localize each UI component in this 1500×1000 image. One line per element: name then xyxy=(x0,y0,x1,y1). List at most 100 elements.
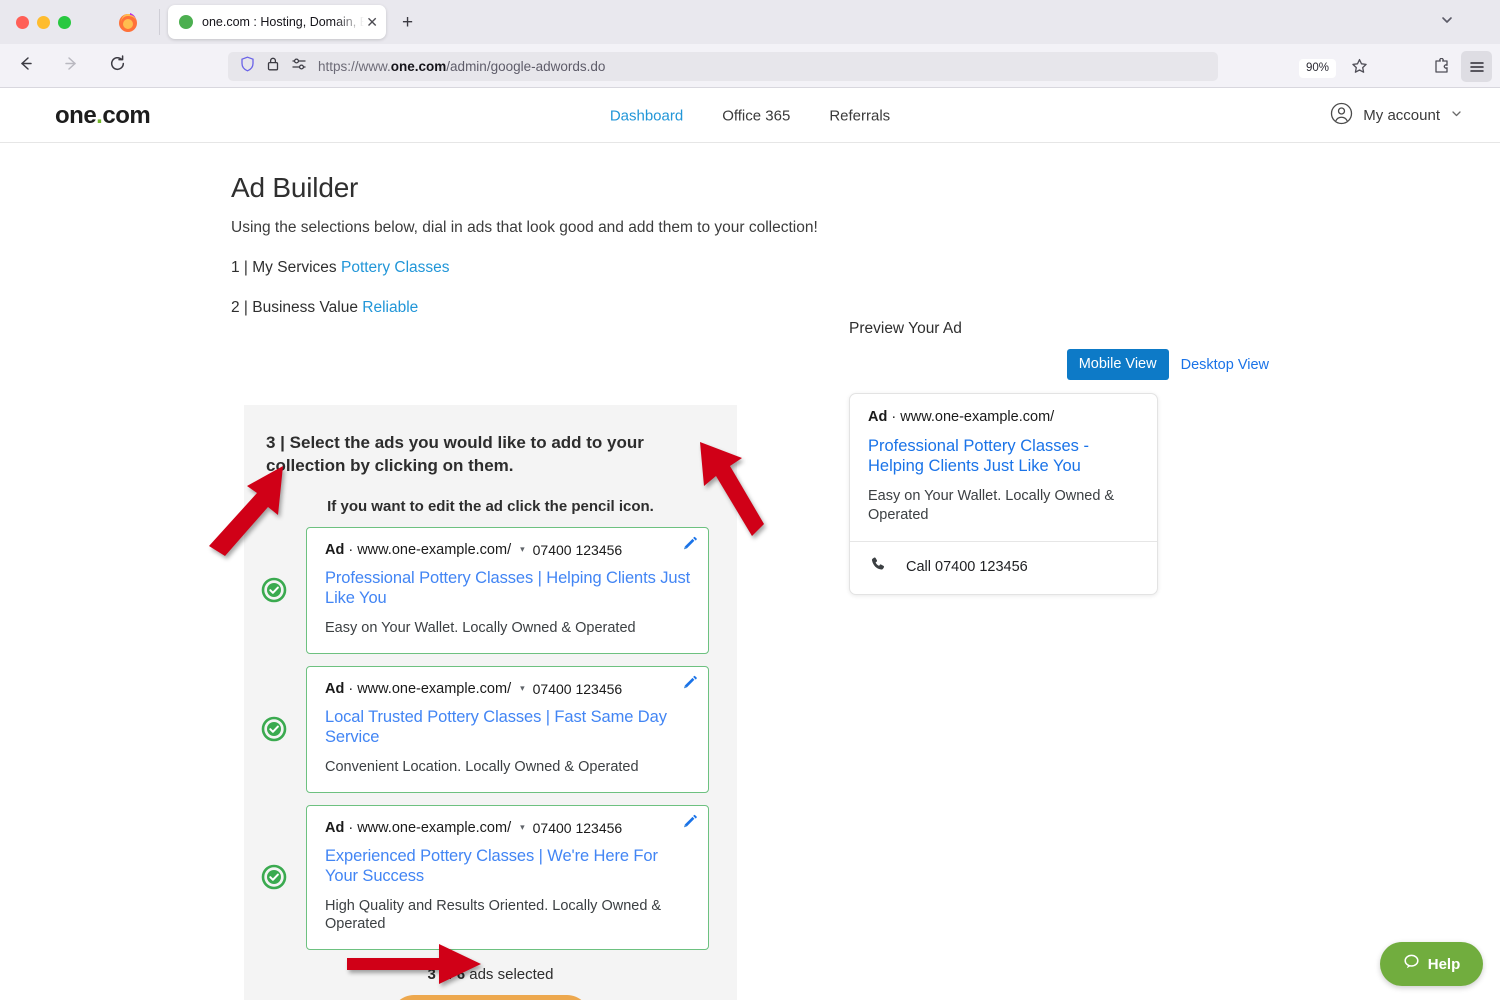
ad-card[interactable]: Ad · www.one-example.com/ ▾ 07400 123456… xyxy=(306,805,709,950)
chevron-down-icon[interactable]: ▾ xyxy=(520,822,525,833)
step-list: 1 | My Services Pottery Classes 2 | Busi… xyxy=(231,259,1500,317)
preview-ad-description: Easy on Your Wallet. Locally Owned & Ope… xyxy=(868,487,1139,525)
ad-card-list: Ad · www.one-example.com/ ▾ 07400 123456… xyxy=(244,527,737,950)
shield-icon[interactable] xyxy=(240,56,255,77)
preview-ad-url: www.one-example.com/ xyxy=(900,409,1054,425)
chevron-down-icon xyxy=(1450,107,1463,125)
ad-title[interactable]: Experienced Pottery Classes | We're Here… xyxy=(325,846,692,886)
mobile-view-button[interactable]: Mobile View xyxy=(1067,349,1169,380)
ad-phone: 07400 123456 xyxy=(533,542,623,558)
phone-icon xyxy=(868,555,888,580)
panel-note: If you want to edit the ad click the pen… xyxy=(244,498,737,515)
address-bar-url: https://www.one.com/admin/google-adwords… xyxy=(318,59,605,74)
browser-tab-strip: one.com : Hosting, Domain, Ema ✕ + xyxy=(0,0,1500,44)
ad-phone: 07400 123456 xyxy=(533,820,623,836)
my-account-menu[interactable]: My account xyxy=(1330,102,1463,130)
browser-nav-bar: https://www.one.com/admin/google-adwords… xyxy=(0,44,1500,88)
main-navigation: Dashboard Office 365 Referrals xyxy=(0,107,1500,124)
ad-row: Ad · www.one-example.com/ ▾ 07400 123456… xyxy=(244,527,737,654)
back-arrow-icon[interactable] xyxy=(16,54,35,78)
ad-separator: · xyxy=(348,542,353,558)
chat-bubble-icon xyxy=(1403,953,1420,975)
chevron-down-icon[interactable] xyxy=(1440,13,1454,32)
ad-description: Easy on Your Wallet. Locally Owned & Ope… xyxy=(325,619,692,638)
pencil-icon[interactable] xyxy=(681,675,698,692)
ad-url: www.one-example.com/ xyxy=(357,681,511,697)
site-header: one.com Dashboard Office 365 Referrals M… xyxy=(0,89,1500,143)
check-circle-icon[interactable] xyxy=(261,716,287,742)
tab-strip-divider xyxy=(159,9,160,35)
nav-item-referrals[interactable]: Referrals xyxy=(829,107,890,124)
browser-tab[interactable]: one.com : Hosting, Domain, Ema ✕ xyxy=(168,5,386,39)
nav-item-office-365[interactable]: Office 365 xyxy=(722,107,790,124)
ad-preview-card: Ad · www.one-example.com/ Professional P… xyxy=(849,393,1158,595)
ad-url: www.one-example.com/ xyxy=(357,542,511,558)
desktop-view-link[interactable]: Desktop View xyxy=(1181,357,1269,373)
ads-selected-count: 3 of 6 ads selected xyxy=(244,966,737,983)
preview-call-label: Call 07400 123456 xyxy=(906,559,1028,575)
lock-icon[interactable] xyxy=(266,56,280,77)
help-widget-button[interactable]: Help xyxy=(1380,942,1483,986)
minimize-window-button[interactable] xyxy=(37,16,50,29)
window-controls xyxy=(16,16,71,29)
ad-row: Ad · www.one-example.com/ ▾ 07400 123456… xyxy=(244,666,737,793)
hamburger-menu-icon[interactable] xyxy=(1461,51,1492,82)
tab-favicon-icon xyxy=(179,15,193,29)
forward-arrow-icon xyxy=(62,54,81,78)
ad-card[interactable]: Ad · www.one-example.com/ ▾ 07400 123456… xyxy=(306,527,709,654)
help-label: Help xyxy=(1428,956,1461,973)
ad-title[interactable]: Local Trusted Pottery Classes | Fast Sam… xyxy=(325,707,692,747)
my-account-label: My account xyxy=(1363,107,1440,124)
chevron-down-icon[interactable]: ▾ xyxy=(520,683,525,694)
check-circle-icon[interactable] xyxy=(261,864,287,890)
close-window-button[interactable] xyxy=(16,16,29,29)
permissions-icon[interactable] xyxy=(291,56,307,77)
ad-separator: · xyxy=(348,820,353,836)
reload-icon[interactable] xyxy=(108,54,127,78)
star-icon[interactable] xyxy=(1351,58,1368,80)
preview-ad-title[interactable]: Professional Pottery Classes - Helping C… xyxy=(868,436,1139,476)
ad-card-header: Ad · www.one-example.com/ ▾ 07400 123456 xyxy=(325,820,692,836)
firefox-logo-icon xyxy=(117,11,139,33)
ad-card-header: Ad · www.one-example.com/ ▾ 07400 123456 xyxy=(325,542,692,558)
maximize-window-button[interactable] xyxy=(58,16,71,29)
page-content: Ad Builder Using the selections below, d… xyxy=(0,143,1500,317)
preview-ad-header: Ad · www.one-example.com/ xyxy=(868,409,1139,425)
address-bar[interactable]: https://www.one.com/admin/google-adwords… xyxy=(228,52,1218,81)
user-circle-icon xyxy=(1330,102,1353,130)
panel-heading: 3 | Select the ads you would like to add… xyxy=(244,405,737,478)
check-circle-icon[interactable] xyxy=(261,577,287,603)
ad-label: Ad xyxy=(325,681,344,697)
ad-label: Ad xyxy=(325,542,344,558)
extensions-puzzle-icon[interactable] xyxy=(1433,58,1450,80)
zoom-level-indicator[interactable]: 90% xyxy=(1299,59,1336,78)
screenshot-root: one.com : Hosting, Domain, Ema ✕ + xyxy=(0,0,1500,1000)
page-subtitle: Using the selections below, dial in ads … xyxy=(231,219,1500,237)
ad-card-header: Ad · www.one-example.com/ ▾ 07400 123456 xyxy=(325,681,692,697)
page-title: Ad Builder xyxy=(231,172,1500,204)
preview-title: Preview Your Ad xyxy=(849,320,1269,338)
load-next-page-button[interactable]: Load Next Page xyxy=(391,995,590,1000)
step-2-business-value: 2 | Business Value Reliable xyxy=(231,299,1500,317)
ad-card[interactable]: Ad · www.one-example.com/ ▾ 07400 123456… xyxy=(306,666,709,793)
ad-title[interactable]: Professional Pottery Classes | Helping C… xyxy=(325,568,692,608)
pencil-icon[interactable] xyxy=(681,814,698,831)
close-tab-icon[interactable]: ✕ xyxy=(366,15,378,29)
new-tab-button[interactable]: + xyxy=(402,13,413,32)
arrow-to-checkmark xyxy=(195,460,300,560)
step-1-my-services: 1 | My Services Pottery Classes xyxy=(231,259,1500,277)
ad-label: Ad xyxy=(325,820,344,836)
nav-item-dashboard[interactable]: Dashboard xyxy=(610,107,683,124)
chevron-down-icon[interactable]: ▾ xyxy=(520,544,525,555)
step-1-value[interactable]: Pottery Classes xyxy=(341,259,450,276)
step-2-value[interactable]: Reliable xyxy=(362,299,418,316)
preview-call-row[interactable]: Call 07400 123456 xyxy=(850,541,1157,594)
arrow-to-pencil xyxy=(690,438,770,548)
ad-separator: · xyxy=(348,681,353,697)
ad-preview-section: Preview Your Ad Mobile View Desktop View… xyxy=(849,320,1269,595)
view-toggle-group: Mobile View Desktop View xyxy=(849,349,1269,380)
ad-preview-body: Ad · www.one-example.com/ Professional P… xyxy=(850,394,1157,541)
ad-description: Convenient Location. Locally Owned & Ope… xyxy=(325,758,692,777)
ad-row: Ad · www.one-example.com/ ▾ 07400 123456… xyxy=(244,805,737,950)
ad-url: www.one-example.com/ xyxy=(357,820,511,836)
